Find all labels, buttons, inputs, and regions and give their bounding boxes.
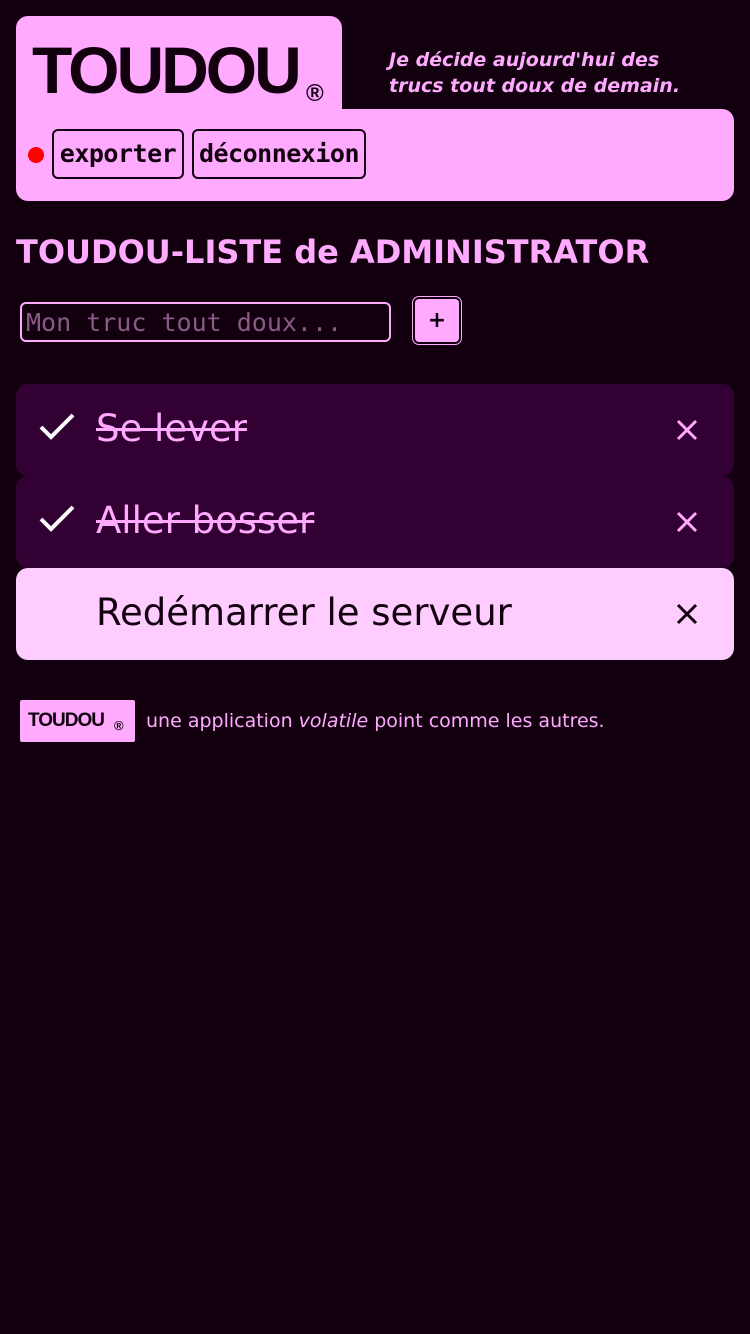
todo-label[interactable]: Aller bosser bbox=[96, 498, 314, 544]
footer-registered-mark: ® bbox=[114, 718, 124, 733]
footer-text-after: point comme les autres. bbox=[368, 710, 605, 732]
todo-label[interactable]: Se lever bbox=[96, 406, 247, 452]
list-title: TOUDOU-LISTE de ADMINISTRATOR bbox=[16, 233, 650, 271]
close-icon[interactable] bbox=[676, 603, 698, 625]
connection-status-dot bbox=[28, 147, 44, 163]
new-item-input[interactable] bbox=[20, 302, 391, 342]
check-icon[interactable] bbox=[38, 410, 76, 442]
todo-item[interactable]: Se lever bbox=[16, 384, 734, 476]
logout-button[interactable]: déconnexion bbox=[192, 129, 366, 179]
tagline: Je décide aujourd'hui des trucs tout dou… bbox=[389, 47, 739, 99]
close-icon[interactable] bbox=[676, 511, 698, 533]
footer-logo: TOUDOU bbox=[28, 710, 105, 731]
footer-text-emphasis: volatile bbox=[298, 710, 369, 732]
registered-mark: ® bbox=[306, 80, 324, 107]
check-icon[interactable] bbox=[38, 502, 76, 534]
footer-text-before: une application bbox=[146, 710, 299, 732]
todo-label[interactable]: Redémarrer le serveur bbox=[96, 590, 512, 636]
app-logo: TOUDOU bbox=[32, 33, 302, 107]
todo-item[interactable]: Aller bosser bbox=[16, 476, 734, 568]
todo-item[interactable]: Redémarrer le serveur bbox=[16, 568, 734, 660]
add-item-button[interactable]: + bbox=[413, 297, 461, 344]
export-button[interactable]: exporter bbox=[52, 129, 184, 179]
footer-text: une application volatile point comme les… bbox=[146, 709, 605, 733]
close-icon[interactable] bbox=[676, 419, 698, 441]
tagline-line-1: Je décide aujourd'hui des bbox=[389, 49, 660, 71]
tagline-line-2: trucs tout doux de demain. bbox=[389, 75, 681, 97]
